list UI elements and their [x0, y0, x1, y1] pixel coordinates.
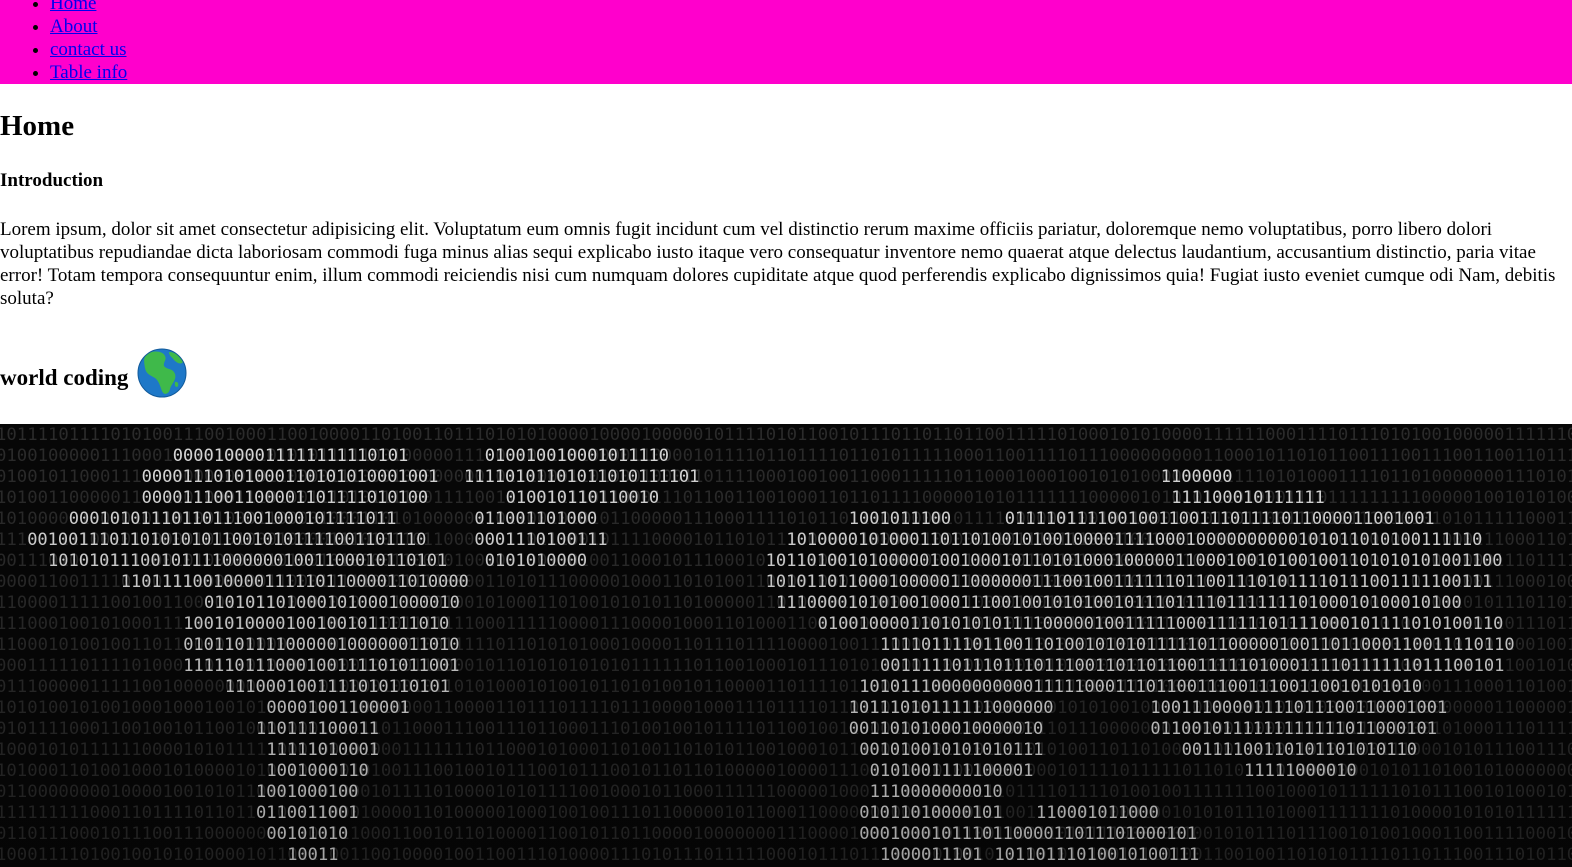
section-heading: Introduction: [0, 170, 104, 191]
nav-item-table-info: Table info: [32, 61, 127, 84]
page-title: Home: [0, 110, 75, 142]
nav-link-contact[interactable]: contact us: [50, 39, 127, 60]
nav-item-about: About: [32, 15, 127, 38]
nav-link-about[interactable]: About: [50, 16, 98, 37]
intro-paragraph: Lorem ipsum, dolor sit amet consectetur …: [0, 219, 1556, 309]
top-navigation: Home About contact us Table info: [0, 0, 1572, 84]
nav-link-table-info[interactable]: Table info: [50, 62, 127, 83]
nav-link-home[interactable]: Home: [50, 0, 96, 14]
world-coding-label: world coding: [0, 365, 129, 390]
nav-list: Home About contact us Table info: [32, 0, 127, 84]
nav-item-contact: contact us: [32, 38, 127, 61]
binary-world-map-graphic: 1011110111101010011100100011001000011010…: [0, 424, 1572, 867]
world-coding-heading: world coding: [0, 342, 187, 398]
globe-africa-icon: [137, 348, 187, 398]
nav-item-home: Home: [32, 0, 127, 15]
image-shading-overlay: [0, 424, 1572, 867]
binary-world-map-image: 1011110111101010011100100011001000011010…: [0, 424, 1572, 867]
